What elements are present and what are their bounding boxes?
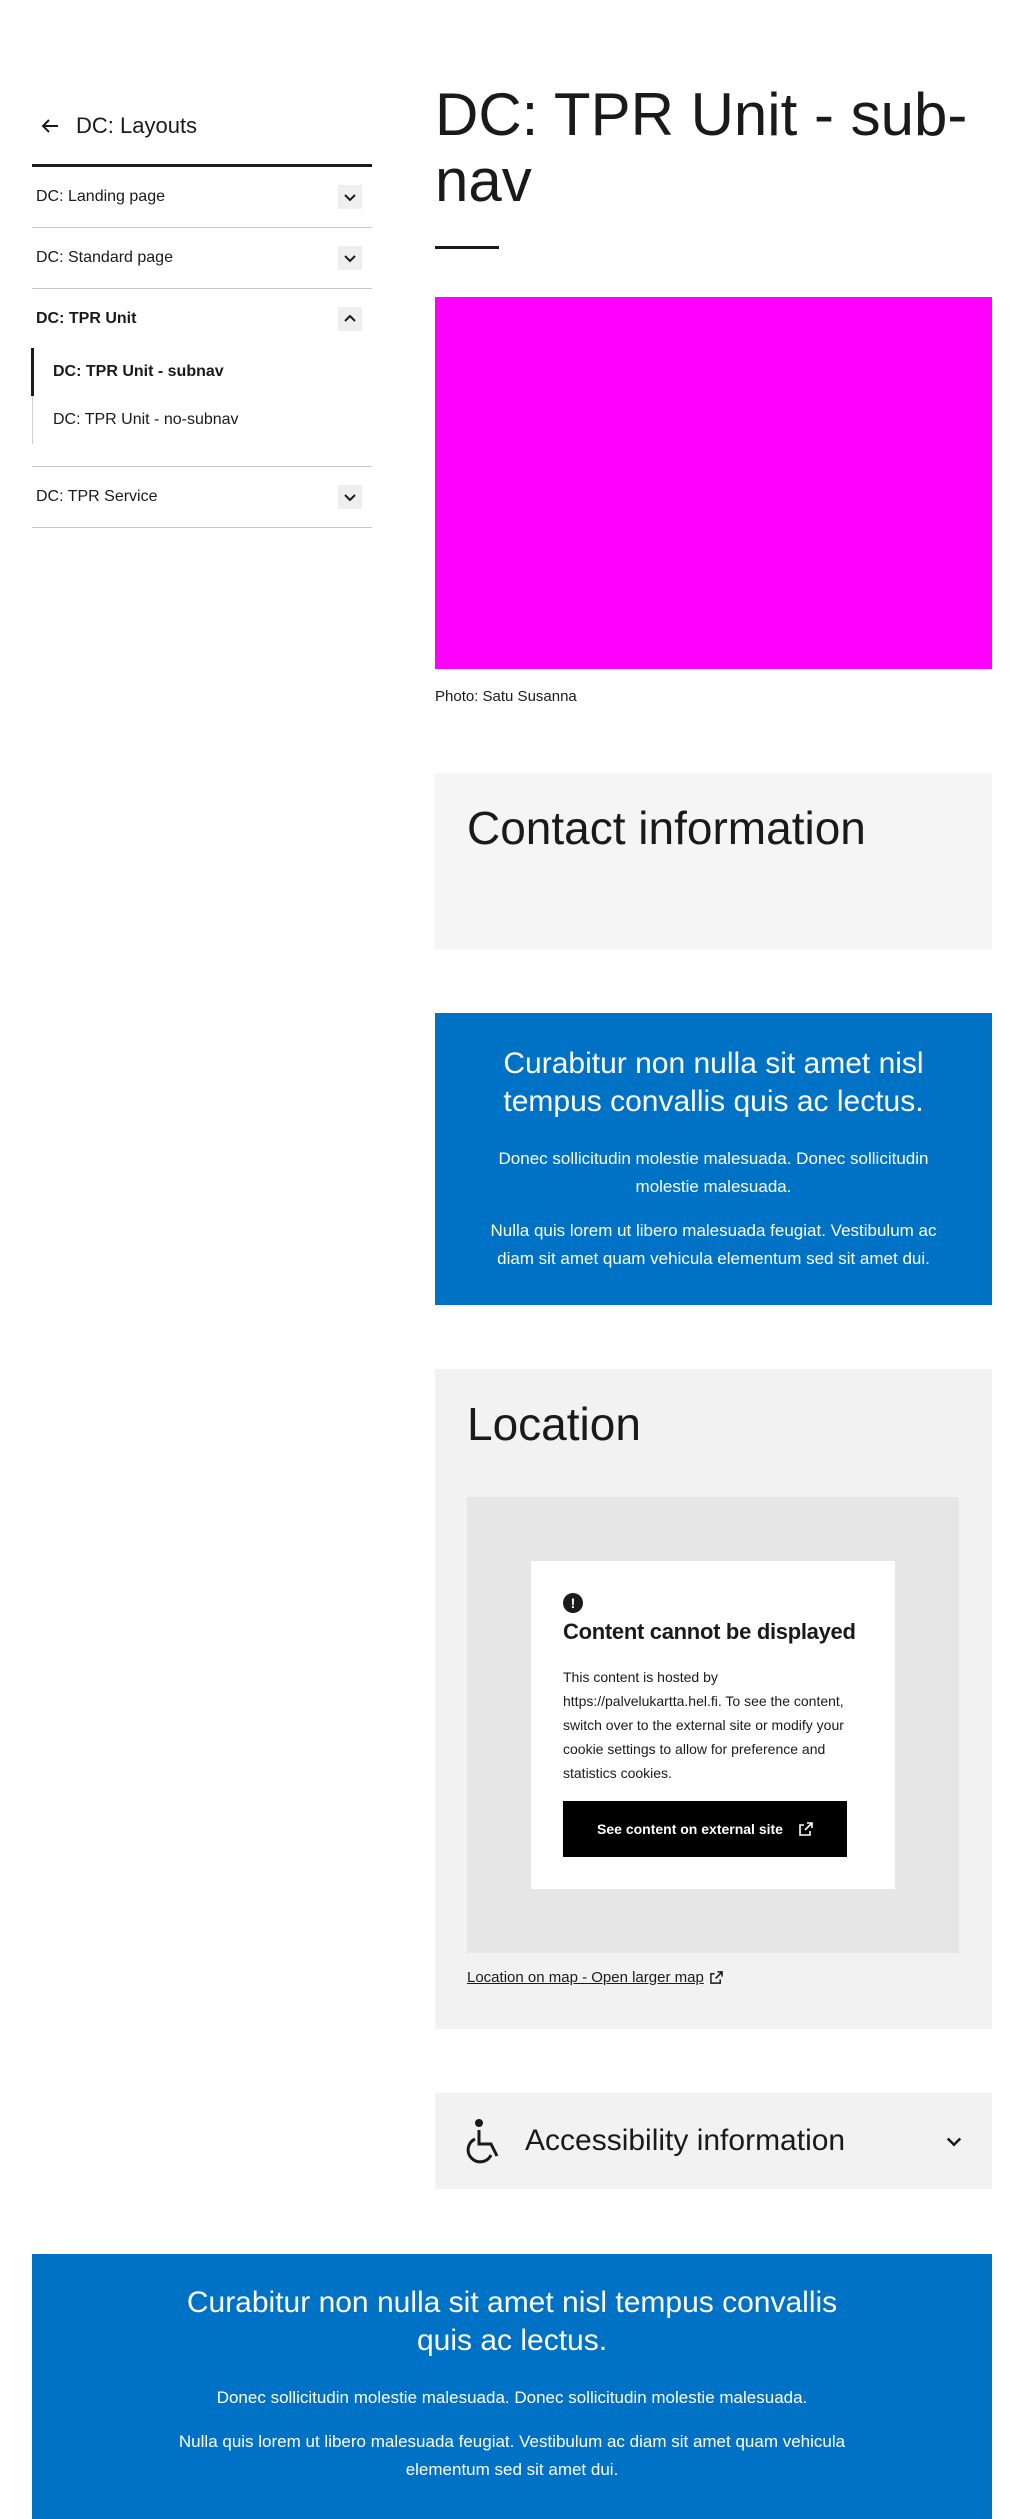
bottom-promo-banner: Curabitur non nulla sit amet nisl tempus… bbox=[32, 2254, 992, 2519]
location-section: Location ! Content cannot be displayed T… bbox=[435, 1369, 992, 2029]
open-larger-map-link[interactable]: Location on map - Open larger map bbox=[467, 1969, 723, 1986]
notice-body: This content is hosted by https://palvel… bbox=[563, 1669, 844, 1781]
sidebar-item-label: DC: TPR Service bbox=[36, 488, 158, 505]
sidebar-subnav: DC: TPR Unit - subnav DC: TPR Unit - no-… bbox=[31, 348, 373, 444]
promo-paragraph: Donec sollicitudin molestie malesuada. D… bbox=[498, 1149, 929, 1196]
sidebar-item-label: DC: TPR Unit bbox=[36, 310, 137, 327]
sidebar-item-label: DC: Standard page bbox=[36, 249, 173, 266]
accessibility-accordion[interactable]: Accessibility information bbox=[435, 2093, 992, 2189]
location-heading: Location bbox=[467, 1398, 641, 1450]
sidebar-item-tpr-service[interactable]: DC: TPR Service bbox=[32, 467, 372, 528]
arrow-left-icon bbox=[41, 119, 58, 133]
promo-heading: Curabitur non nulla sit amet nisl tempus… bbox=[186, 2286, 838, 2357]
map-link-label: Location on map - Open larger map bbox=[467, 1969, 704, 1986]
sidebar-item-label: DC: Landing page bbox=[36, 188, 165, 205]
promo-paragraph: Nulla quis lorem ut libero malesuada feu… bbox=[178, 2432, 846, 2479]
sidebar-item-tpr-unit[interactable]: DC: TPR Unit bbox=[32, 289, 372, 349]
exclamation-icon: ! bbox=[563, 1593, 583, 1613]
external-link-icon bbox=[709, 1971, 723, 1984]
sidebar-subitem-label: DC: TPR Unit - subnav bbox=[53, 363, 224, 380]
promo-banner: Curabitur non nulla sit amet nisl tempus… bbox=[435, 1013, 992, 1305]
chevron-down-icon[interactable] bbox=[338, 246, 362, 270]
accessibility-label: Accessibility information bbox=[525, 2124, 846, 2157]
title-underline bbox=[435, 246, 499, 249]
back-link-label: DC: Layouts bbox=[76, 113, 198, 138]
notice-title: Content cannot be displayed bbox=[563, 1619, 856, 1644]
chevron-down-icon[interactable] bbox=[338, 185, 362, 209]
sidebar-item-standard-page[interactable]: DC: Standard page bbox=[32, 228, 372, 289]
button-label: See content on external site bbox=[597, 1821, 783, 1837]
wheelchair-icon bbox=[466, 2119, 499, 2164]
sidebar-item-landing-page[interactable]: DC: Landing page bbox=[32, 167, 372, 228]
sidebar-subitem-tpr-unit-subnav[interactable]: DC: TPR Unit - subnav bbox=[31, 348, 373, 396]
page-title: DC: TPR Unit - sub-nav bbox=[435, 81, 968, 214]
chevron-down-icon[interactable] bbox=[338, 485, 362, 509]
promo-heading: Curabitur non nulla sit amet nisl tempus… bbox=[503, 1047, 924, 1118]
sidebar-subitem-label: DC: TPR Unit - no-subnav bbox=[53, 411, 239, 428]
cookie-notice: ! Content cannot be displayed This conte… bbox=[531, 1561, 895, 1889]
chevron-down-icon bbox=[946, 2137, 962, 2147]
promo-paragraph: Nulla quis lorem ut libero malesuada feu… bbox=[490, 1221, 937, 1268]
hero-image bbox=[435, 297, 992, 669]
contact-information-section: Contact information bbox=[435, 773, 992, 949]
photo-caption: Photo: Satu Susanna bbox=[435, 688, 577, 705]
map-placeholder: ! Content cannot be displayed This conte… bbox=[467, 1497, 959, 1953]
contact-heading: Contact information bbox=[467, 802, 866, 854]
back-link[interactable]: DC: Layouts bbox=[32, 108, 372, 144]
external-link-icon bbox=[799, 1822, 813, 1836]
see-external-content-button[interactable]: See content on external site bbox=[563, 1801, 847, 1857]
promo-paragraph: Donec sollicitudin molestie malesuada. D… bbox=[216, 2388, 808, 2407]
sidebar-subitem-tpr-unit-no-subnav[interactable]: DC: TPR Unit - no-subnav bbox=[33, 396, 372, 444]
chevron-up-icon[interactable] bbox=[338, 307, 362, 331]
